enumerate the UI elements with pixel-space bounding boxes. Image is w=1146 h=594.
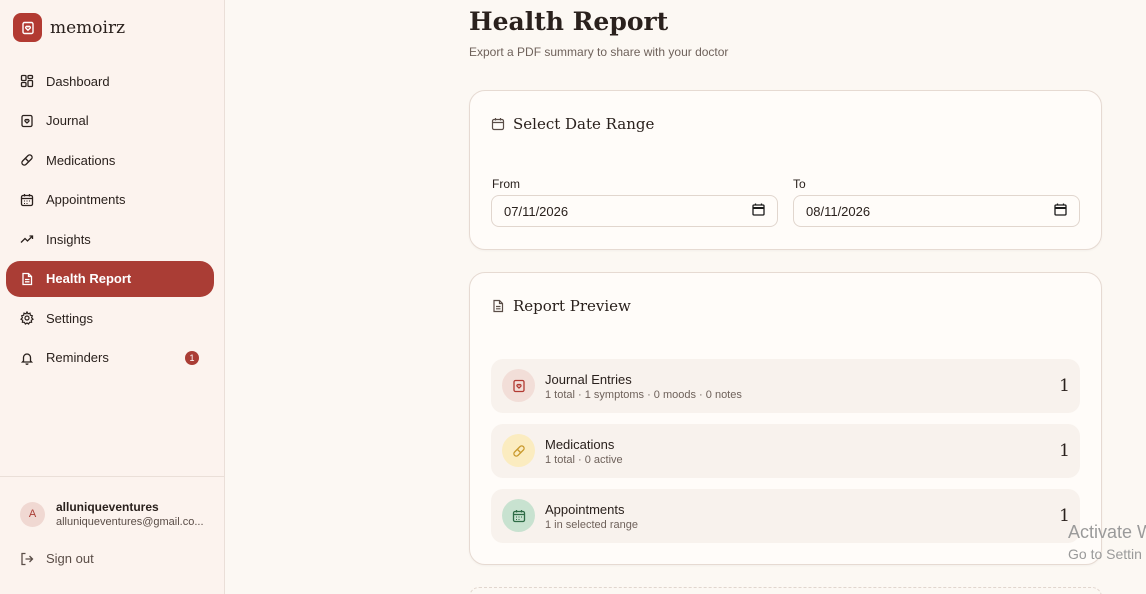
stat-row-appointments: Appointments 1 in selected range 1 [491,489,1080,543]
stat-value: 1 [1059,376,1070,396]
user-email: alluniqueventures@gmail.co... [56,516,204,528]
sidebar-item-label: Dashboard [46,73,110,89]
brand[interactable]: memoirz [13,13,125,42]
sidebar-item-reminders[interactable]: Reminders 1 [6,340,214,376]
stat-detail: 1 total · 0 active [545,454,623,466]
bell-icon [20,351,34,365]
stat-detail: 1 in selected range [545,519,638,531]
sidebar-item-label: Reminders [46,350,109,365]
user-profile[interactable]: A alluniqueventures alluniqueventures@gm… [20,500,206,528]
main-content: Health Report Export a PDF summary to sh… [225,0,1146,594]
user-name: alluniqueventures [56,500,159,514]
stat-row-medications: Medications 1 total · 0 active 1 [491,424,1080,478]
page-title: Health Report [469,7,669,36]
next-card-placeholder [469,587,1102,594]
sidebar-divider [0,476,225,477]
sidebar-item-label: Medications [46,152,116,168]
gear-icon [20,311,34,325]
sidebar-item-dashboard[interactable]: Dashboard [6,63,214,99]
sidebar-item-settings[interactable]: Settings [6,300,214,336]
sidebar-item-label: Journal [46,113,89,128]
grid-icon [20,74,34,88]
sidebar: memoirz Dashboard Journal Medications Ap… [0,0,225,594]
watermark-line-1: Activate W [1068,522,1146,542]
sidebar-item-label: Insights [46,231,91,247]
brand-name: memoirz [50,17,126,38]
sign-out-button[interactable]: Sign out [20,551,94,566]
from-date-value: 07/11/2026 [504,203,569,219]
sidebar-item-label: Health Report [46,271,132,286]
page-subtitle: Export a PDF summary to share with your … [469,45,729,59]
calendar-picker-icon[interactable] [752,203,765,219]
calendar-icon [20,193,34,207]
stat-name: Journal Entries [545,372,632,387]
file-text-icon [491,299,505,313]
avatar: A [20,501,45,527]
sidebar-item-insights[interactable]: Insights [6,221,214,257]
sidebar-item-medications[interactable]: Medications [6,142,214,178]
stat-row-journal-entries: Journal Entries 1 total · 1 symptoms · 0… [491,359,1080,413]
calendar-icon [502,499,535,532]
pill-icon [20,153,34,167]
date-range-card: Select Date Range From 07/11/2026 To 08/… [469,90,1102,250]
to-date-value: 08/11/2026 [806,203,871,219]
to-date-label: To [793,177,806,191]
calendar-picker-icon[interactable] [1054,203,1067,219]
stat-name: Appointments [545,502,625,517]
report-preview-card: Report Preview Journal Entries 1 total ·… [469,272,1102,565]
sidebar-item-label: Settings [46,310,93,326]
file-text-icon [20,272,34,286]
calendar-icon [491,117,505,131]
sidebar-item-appointments[interactable]: Appointments [6,182,214,218]
from-date-label: From [492,177,520,191]
stat-name: Medications [545,437,615,452]
journal-icon [20,114,34,128]
stat-detail: 1 total · 1 symptoms · 0 moods · 0 notes [545,389,742,401]
to-date-input[interactable]: 08/11/2026 [793,195,1080,227]
sidebar-item-journal[interactable]: Journal [6,103,214,139]
trending-up-icon [20,232,34,246]
stat-value: 1 [1059,441,1070,461]
journal-icon [502,369,535,402]
brand-logo-icon [13,13,42,42]
sign-out-label: Sign out [46,551,94,566]
sidebar-item-label: Appointments [46,192,126,207]
date-range-title: Select Date Range [491,115,654,133]
reminders-count-badge: 1 [185,350,199,365]
sidebar-item-health-report[interactable]: Health Report [6,260,214,297]
windows-activation-watermark: Activate W Go to Settin [1068,522,1146,562]
sidebar-nav: Dashboard Journal Medications Appointmen… [6,63,214,379]
pill-icon [502,434,535,467]
watermark-line-2: Go to Settin [1068,546,1142,562]
from-date-input[interactable]: 07/11/2026 [491,195,778,227]
report-preview-title: Report Preview [491,297,631,315]
log-out-icon [20,552,34,566]
